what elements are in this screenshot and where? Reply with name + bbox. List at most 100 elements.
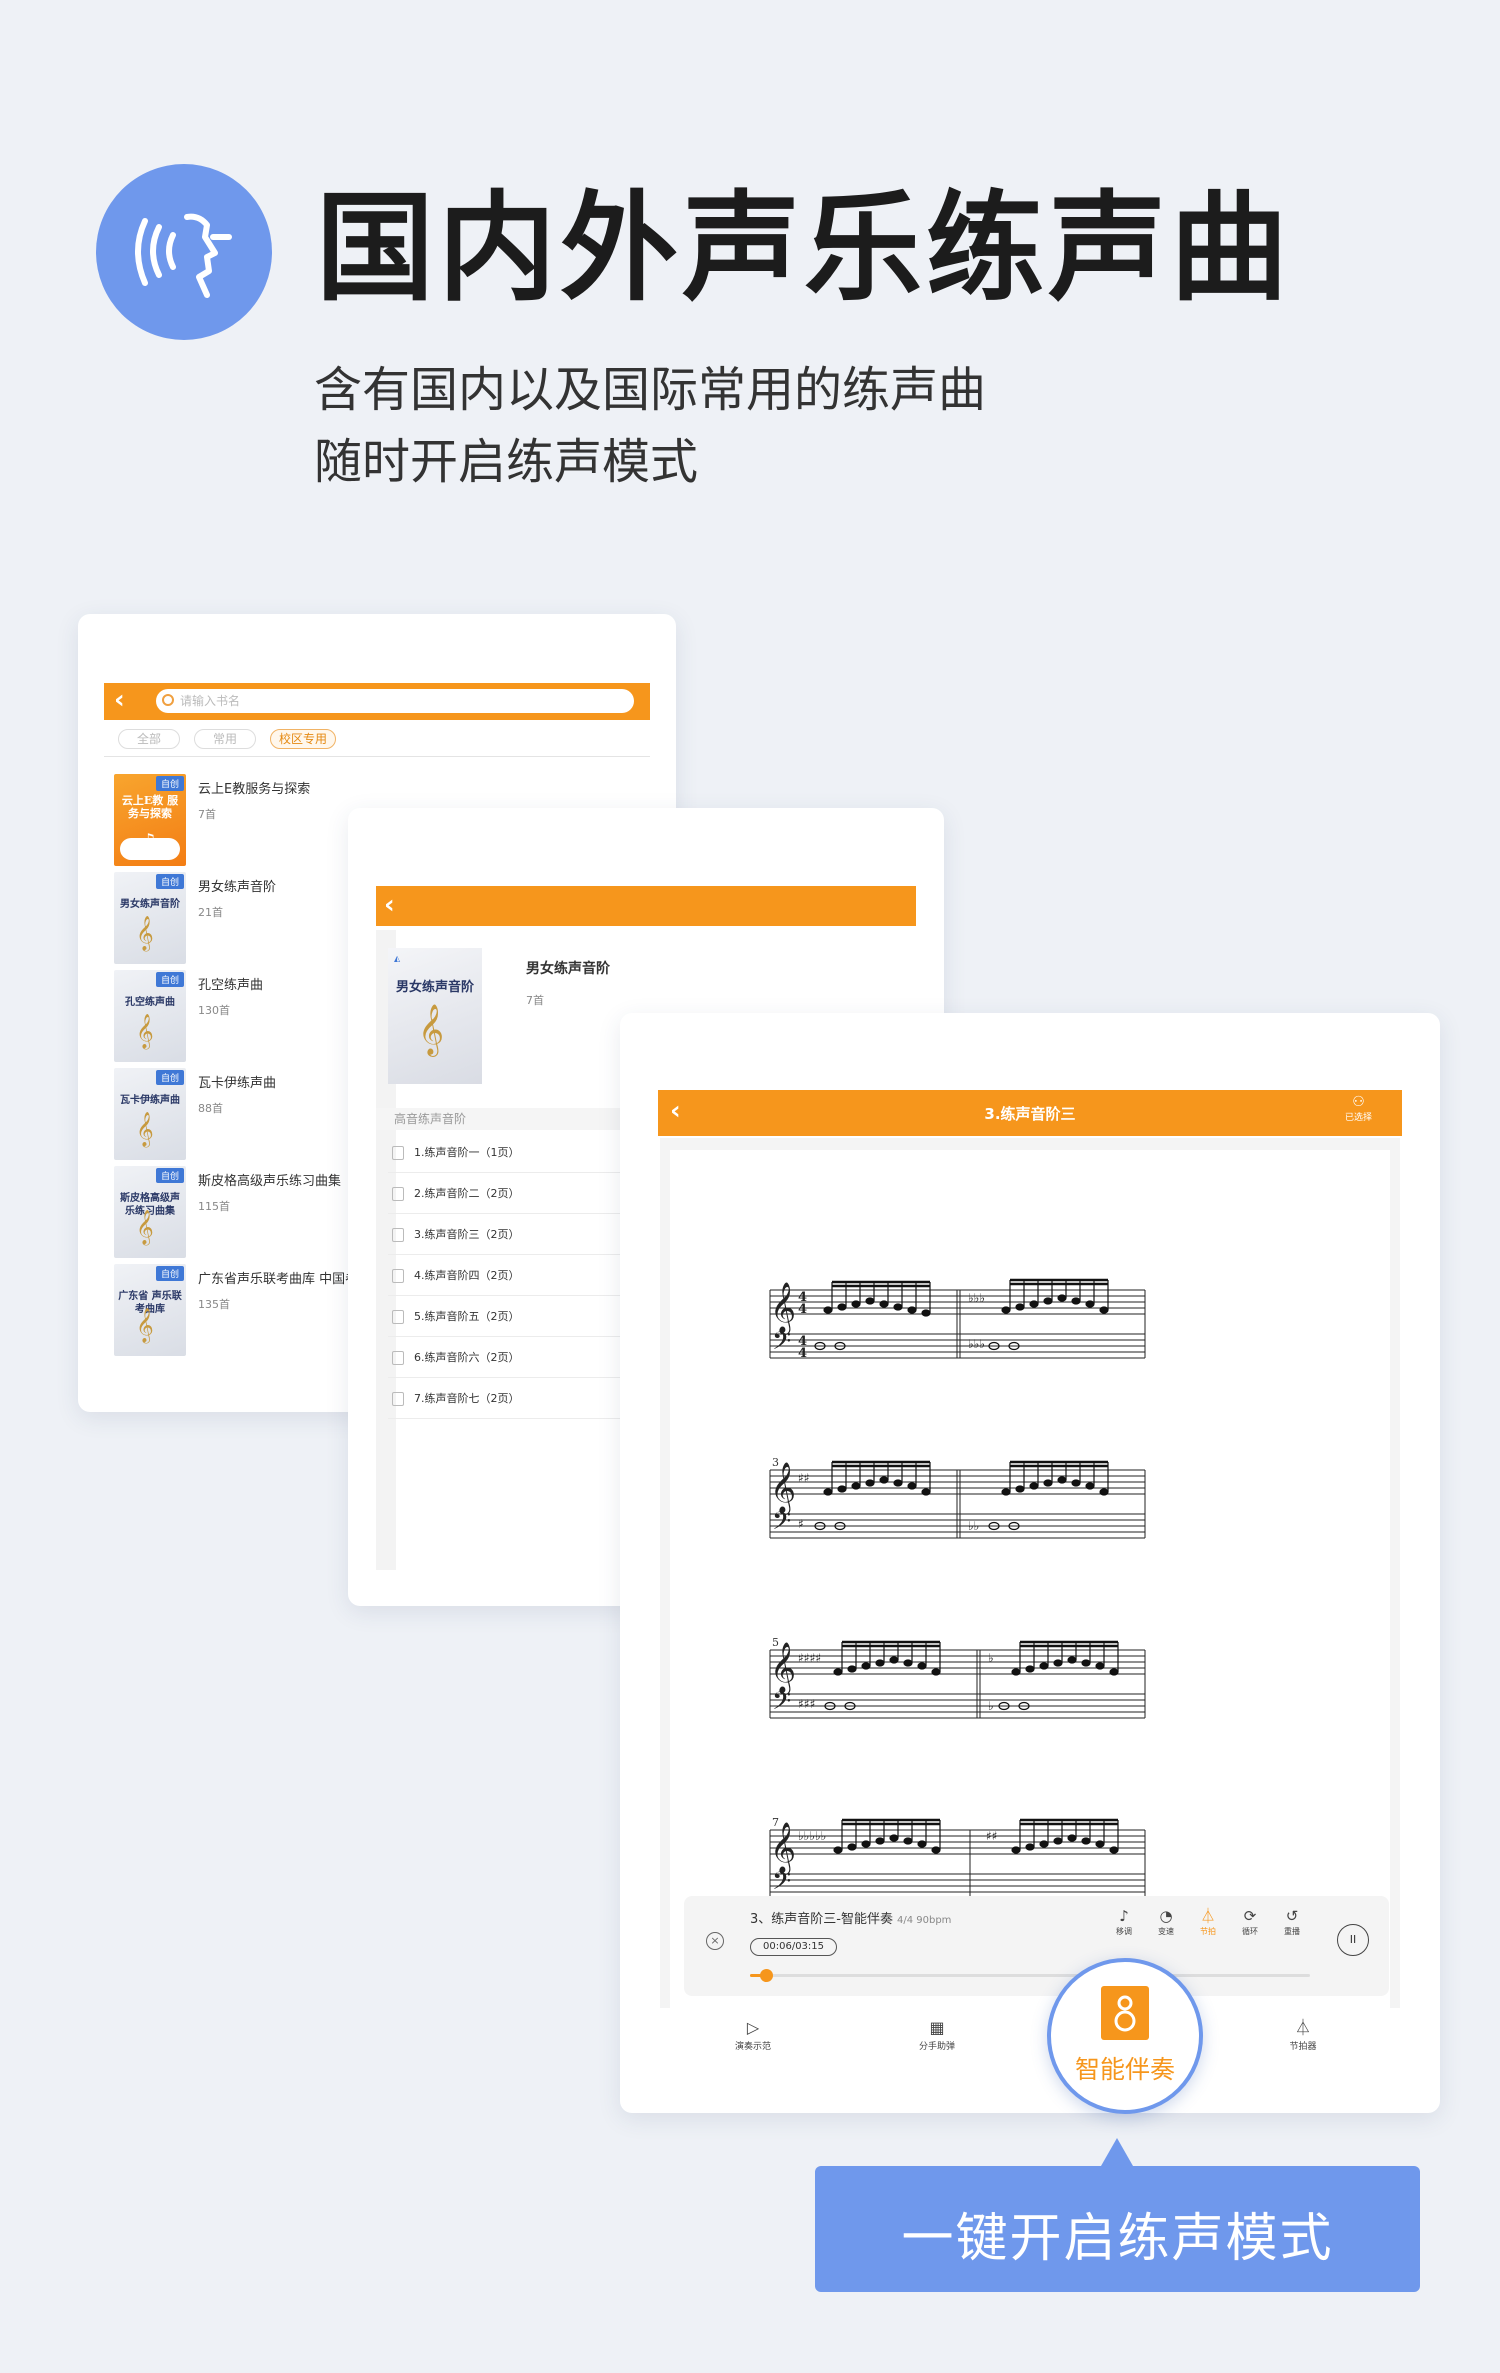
piano-icon: ▦ [929, 2018, 945, 2037]
loop-button[interactable]: ⟳ 循环 [1234, 1906, 1266, 1937]
callout-text: 一键开启练声模式 [901, 2209, 1334, 2269]
sheet-music-area: 𝄞 𝄢 𝄞 𝄢 𝄞 𝄢 𝄞 𝄢 44 44 ♭♭♭ ♭♭♭ ♯♯ ♯ ♭♭ ♯♯♯♯ ♯♯♯ … [660, 1138, 1400, 2008]
svg-text:♭♭: ♭♭ [968, 1519, 979, 1533]
progress-handle[interactable] [759, 1969, 773, 1982]
lesson-label: 2.练声音阶二（2页） [414, 1187, 520, 1200]
score-header-bar: ‹ 3.练声音阶三 ⚇ 已选择 [658, 1090, 1402, 1136]
filter-common[interactable]: 常用 [194, 729, 257, 749]
book-title: 广东省声乐联考曲库 中国卷 [198, 1272, 359, 1287]
status-badge: 自创 [155, 1070, 184, 1085]
measure-number: 5 [772, 1636, 779, 1649]
back-button[interactable]: ‹ [384, 890, 395, 920]
book-cover: 自创 瓦卡伊练声曲 𝄞 [114, 1068, 186, 1160]
book-cover: 自创 孔空练声曲 𝄞 [114, 970, 186, 1062]
book-cover: 自创 云上E教 服务与探索 ♫ [114, 774, 186, 866]
beat-button[interactable]: ⏃ 节拍 [1192, 1906, 1224, 1937]
svg-text:♭♭♭: ♭♭♭ [968, 1337, 985, 1351]
player-tools: ♪ 移调 ◔ 变速 ⏃ 节拍 ⟳ 循环 ↺ 重播 [1108, 1906, 1308, 1937]
transpose-icon: ♪ [1119, 1907, 1129, 1925]
status-badge: 自创 [155, 972, 184, 987]
smart-accompaniment-button[interactable]: 智能伴奏 [1047, 1958, 1203, 2114]
cloud-icon [120, 838, 180, 860]
svg-text:4: 4 [798, 1302, 807, 1317]
people-icon: ⚇ [1352, 1094, 1365, 1110]
svg-text:♯♯: ♯♯ [986, 1829, 998, 1843]
subtitle-line-2: 随时开启练声模式 [314, 434, 699, 490]
lesson-label: 4.练声音阶四（2页） [414, 1269, 520, 1282]
sheet-icon [392, 1187, 404, 1201]
play-icon: ▷ [746, 2018, 760, 2037]
measure-number: 7 [772, 1816, 779, 1829]
svg-text:♯♯: ♯♯ [798, 1471, 810, 1485]
close-button[interactable]: × [706, 1932, 724, 1950]
book-title: 男女练声音阶 [198, 880, 277, 895]
bottom-nav: ▷ 演奏示范 ▦ 分手助弹 ⏃ 节拍器 [658, 2011, 1402, 2071]
filter-campus[interactable]: 校区专用 [270, 729, 337, 749]
filter-all[interactable]: 全部 [118, 729, 181, 749]
replay-button[interactable]: ↺ 重播 [1276, 1906, 1308, 1937]
lesson-label: 1.练声音阶一（1页） [414, 1146, 520, 1159]
note-run-2b [1001, 1460, 1109, 1496]
book-count: 130首 [198, 1004, 230, 1017]
smart-accompaniment-label: 智能伴奏 [1074, 2055, 1175, 2084]
treble-clef-icon: 𝄞 [136, 1014, 154, 1049]
svg-text:♭: ♭ [988, 1651, 994, 1665]
svg-text:♯: ♯ [798, 1517, 804, 1531]
score-screen: ‹ 3.练声音阶三 ⚇ 已选择 𝄞 𝄢 𝄞 𝄢 𝄞 𝄢 𝄞 𝄢 4 4 4 4 … [620, 1013, 1440, 2113]
book-cover: 自创 男女练声音阶 𝄞 [114, 872, 186, 964]
detail-header-bar: ‹ [376, 886, 916, 926]
lesson-label: 3.练声音阶三（2页） [414, 1228, 520, 1241]
callout-banner: 一键开启练声模式 [815, 2138, 1420, 2292]
book-count: 7首 [198, 808, 216, 821]
nav-label: 分手助弹 [918, 2042, 955, 2052]
svg-text:♯♯♯: ♯♯♯ [798, 1697, 815, 1711]
cover-title: 云上E教 服务与探索 [121, 794, 179, 820]
svg-text:♭♭♭: ♭♭♭ [968, 1291, 985, 1305]
tool-label: 变速 [1158, 1927, 1174, 1936]
svg-text:𝄢: 𝄢 [772, 1507, 791, 1542]
book-title: 男女练声音阶 [526, 961, 610, 977]
note-run-1a [823, 1280, 931, 1317]
list-header-bar: ‹ 请输入书名 [104, 683, 650, 720]
book-title: 云上E教服务与探索 [198, 782, 311, 797]
svg-text:♭: ♭ [988, 1699, 994, 1713]
nav-metronome[interactable]: ⏃ 节拍器 [1248, 2017, 1358, 2052]
sheet-icon [392, 1392, 404, 1406]
sheet-music-page[interactable]: 𝄞 𝄢 𝄞 𝄢 𝄞 𝄢 𝄞 𝄢 44 44 ♭♭♭ ♭♭♭ ♯♯ ♯ ♭♭ ♯♯♯♯ ♯♯♯ … [670, 1150, 1390, 2008]
svg-text:4: 4 [798, 1346, 807, 1361]
nav-label: 节拍器 [1289, 2042, 1317, 2052]
metronome-icon: ⏃ [1294, 2018, 1311, 2037]
note-run-2a [823, 1460, 931, 1496]
back-button[interactable]: ‹ [670, 1096, 681, 1126]
book-count: 7首 [526, 994, 544, 1007]
nav-demo[interactable]: ▷ 演奏示范 [698, 2017, 808, 2052]
replay-icon: ↺ [1285, 1907, 1299, 1925]
chosen-button[interactable]: ⚇ 已选择 [1345, 1094, 1372, 1123]
cover-title: 瓦卡伊练声曲 [120, 1095, 180, 1106]
treble-clef-icon: 𝄞 [418, 1004, 445, 1055]
back-button[interactable]: ‹ [114, 685, 125, 715]
progress-bar[interactable] [750, 1969, 1310, 1982]
search-placeholder: 请输入书名 [180, 694, 241, 708]
search-input[interactable]: 请输入书名 [156, 689, 634, 713]
brand-logo-icon: ◭ [394, 954, 401, 963]
player-track-name: 3、练声音阶三-智能伴奏 [750, 1912, 893, 1927]
sheet-music-score: 𝄞𝄢 𝄞𝄢 𝄞𝄢 𝄞𝄢 44 44 ♭♭♭♭♭♭ ♯♯♯ ♭♭ ♯♯♯♯♯♯♯ … [769, 1278, 1146, 1902]
player-time: 00:06/03:15 [750, 1938, 838, 1956]
cover-title: 男女练声音阶 [120, 899, 180, 910]
score-title: 3.练声音阶三 [984, 1104, 1076, 1123]
nav-hands[interactable]: ▦ 分手助弹 [882, 2017, 992, 2052]
status-badge: 自创 [155, 1266, 184, 1281]
speed-button[interactable]: ◔ 变速 [1150, 1906, 1182, 1937]
transpose-button[interactable]: ♪ 移调 [1108, 1906, 1140, 1937]
tool-label: 节拍 [1200, 1927, 1216, 1936]
staff-system-2 [769, 1469, 1146, 1539]
tool-label: 移调 [1116, 1927, 1132, 1936]
treble-clef-icon: 𝄞 [136, 1112, 154, 1147]
book-count: 115首 [198, 1200, 230, 1213]
book-count: 135首 [198, 1298, 230, 1311]
player-meta: 4/4 90bpm [896, 1915, 952, 1926]
pause-button[interactable]: II [1337, 1924, 1369, 1956]
speaker-icon [1101, 1986, 1149, 2040]
svg-text:𝄢: 𝄢 [772, 1687, 791, 1722]
